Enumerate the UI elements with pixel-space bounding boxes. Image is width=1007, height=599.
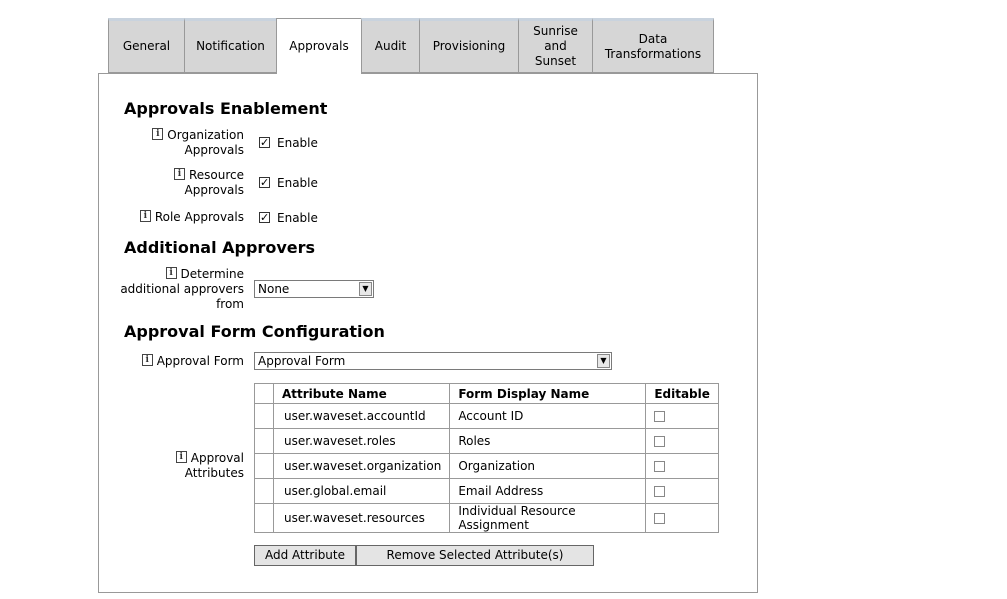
- tab-notification[interactable]: Notification: [184, 18, 276, 73]
- attribute-name-cell: user.waveset.accountId: [272, 403, 451, 429]
- org-approvals-label: i Organization Approvals: [140, 128, 244, 158]
- editable-checkbox[interactable]: [654, 461, 666, 472]
- display-name-cell: Email Address: [449, 478, 647, 504]
- chevron-down-icon[interactable]: ▼: [359, 282, 372, 296]
- tab-label: Data Transformations: [604, 31, 702, 61]
- info-icon[interactable]: i: [152, 128, 164, 140]
- approval-form-select[interactable]: Approval Form ▼: [254, 352, 612, 370]
- attribute-name-cell: user.waveset.resources: [272, 503, 451, 533]
- tab-label: General: [122, 39, 171, 53]
- attribute-name-cell: user.waveset.organization: [272, 453, 451, 479]
- tab-bar: General Notification Approvals Audit Pro…: [108, 18, 714, 74]
- select-column-header: [254, 383, 274, 404]
- resource-approvals-label: i Resource Approvals: [140, 168, 244, 198]
- table-row[interactable]: user.waveset.resources Individual Resour…: [254, 503, 719, 533]
- add-attribute-button[interactable]: Add Attribute: [254, 545, 356, 566]
- org-approvals-text: Organization Approvals: [167, 128, 244, 157]
- tab-sunrise-sunset[interactable]: Sunrise and Sunset: [518, 18, 592, 73]
- approval-form-text: Approval Form: [156, 354, 244, 368]
- tab-label: Approvals: [289, 39, 349, 53]
- tab-audit[interactable]: Audit: [361, 18, 419, 73]
- section-heading-additional: Additional Approvers: [124, 238, 316, 257]
- approval-attributes-label: i Approval Attributes: [124, 451, 244, 481]
- select-value: None: [258, 282, 290, 296]
- column-header-editable: Editable: [645, 383, 719, 404]
- tab-general[interactable]: General: [108, 18, 184, 73]
- section-heading-enablement: Approvals Enablement: [124, 99, 328, 118]
- additional-approvers-select[interactable]: None ▼: [254, 280, 374, 298]
- role-approvals-label: i Role Approvals: [130, 210, 244, 225]
- org-approvals-enable-label: Enable: [277, 136, 318, 150]
- role-approvals-checkbox[interactable]: ✓: [259, 212, 270, 223]
- display-name-cell: Roles: [449, 428, 647, 454]
- table-header-row: Attribute Name Form Display Name Editabl…: [254, 383, 719, 404]
- row-selector[interactable]: [254, 403, 274, 429]
- attribute-name-cell: user.global.email: [272, 478, 451, 504]
- display-name-cell: Organization: [449, 453, 647, 479]
- editable-cell: [645, 428, 719, 454]
- editable-checkbox[interactable]: [654, 436, 666, 447]
- remove-selected-attributes-button[interactable]: Remove Selected Attribute(s): [356, 545, 594, 566]
- info-icon[interactable]: i: [173, 168, 185, 180]
- resource-approvals-checkbox[interactable]: ✓: [259, 177, 270, 188]
- display-name-cell: Individual Resource Assignment: [449, 503, 647, 533]
- table-row[interactable]: user.waveset.organization Organization: [254, 453, 719, 479]
- editable-checkbox[interactable]: [654, 486, 666, 497]
- tab-label: Provisioning: [432, 39, 506, 53]
- additional-approvers-label: i Determine additional approvers from: [120, 267, 244, 312]
- tab-label: Audit: [374, 39, 407, 53]
- role-approvals-enable-label: Enable: [277, 211, 318, 225]
- editable-cell: [645, 478, 719, 504]
- resource-approvals-text: Resource Approvals: [184, 168, 245, 197]
- row-selector[interactable]: [254, 453, 274, 479]
- table-row[interactable]: user.global.email Email Address: [254, 478, 719, 504]
- editable-cell: [645, 503, 719, 533]
- display-name-cell: Account ID: [449, 403, 647, 429]
- approval-attributes-table: Attribute Name Form Display Name Editabl…: [254, 383, 719, 533]
- section-heading-form-config: Approval Form Configuration: [124, 322, 385, 341]
- table-row[interactable]: user.waveset.accountId Account ID: [254, 403, 719, 429]
- tab-label: Notification: [196, 39, 265, 53]
- tab-data-transformations[interactable]: Data Transformations: [592, 18, 714, 73]
- editable-checkbox[interactable]: [654, 513, 666, 524]
- approval-form-label: i Approval Form: [130, 354, 244, 369]
- editable-cell: [645, 453, 719, 479]
- info-icon[interactable]: i: [141, 354, 153, 366]
- info-icon[interactable]: i: [165, 267, 177, 279]
- info-icon[interactable]: i: [175, 451, 187, 463]
- select-value: Approval Form: [258, 354, 346, 368]
- attribute-name-cell: user.waveset.roles: [272, 428, 451, 454]
- approval-attributes-text: Approval Attributes: [184, 451, 244, 480]
- tab-label: Sunrise and Sunset: [533, 24, 578, 68]
- org-approvals-checkbox[interactable]: ✓: [259, 137, 270, 148]
- tab-approvals[interactable]: Approvals: [276, 18, 361, 74]
- info-icon[interactable]: i: [139, 210, 151, 222]
- editable-checkbox[interactable]: [654, 411, 666, 422]
- tab-provisioning[interactable]: Provisioning: [419, 18, 518, 73]
- role-approvals-text: Role Approvals: [154, 210, 244, 224]
- table-row[interactable]: user.waveset.roles Roles: [254, 428, 719, 454]
- row-selector[interactable]: [254, 503, 274, 533]
- row-selector[interactable]: [254, 478, 274, 504]
- editable-cell: [645, 403, 719, 429]
- resource-approvals-enable-label: Enable: [277, 176, 318, 190]
- column-header-attribute-name: Attribute Name: [272, 383, 451, 404]
- column-header-form-display-name: Form Display Name: [449, 383, 647, 404]
- additional-approvers-text: Determine additional approvers from: [120, 267, 244, 311]
- chevron-down-icon[interactable]: ▼: [597, 354, 610, 368]
- row-selector[interactable]: [254, 428, 274, 454]
